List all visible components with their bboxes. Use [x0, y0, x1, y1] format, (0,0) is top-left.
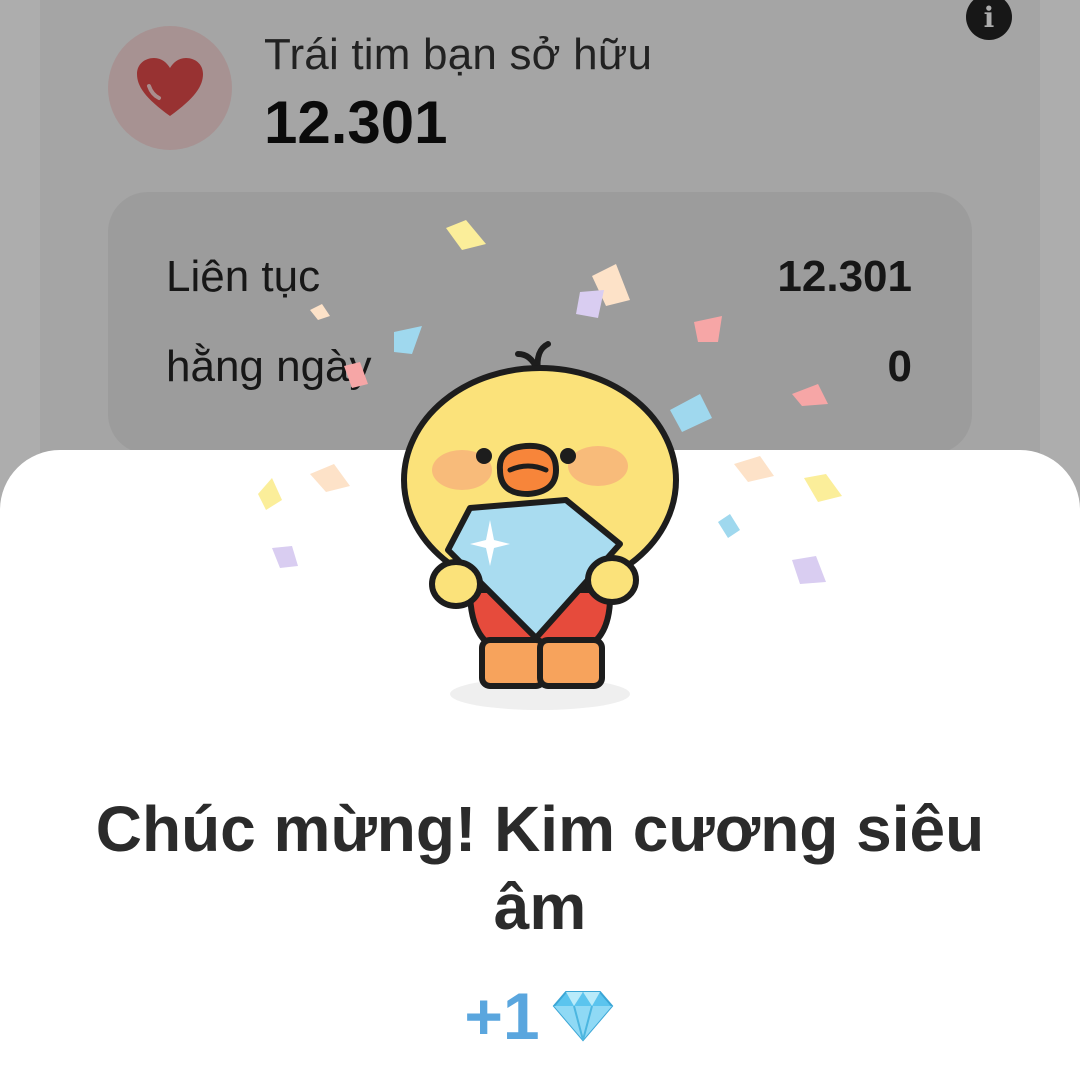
diamond-icon: [552, 991, 613, 1042]
duck-mascot-illustration: [401, 341, 679, 710]
congrats-title: Chúc mừng! Kim cương siêu âm: [95, 793, 985, 943]
reward-row: +1: [0, 978, 1080, 1054]
reward-amount: +1: [464, 979, 540, 1053]
